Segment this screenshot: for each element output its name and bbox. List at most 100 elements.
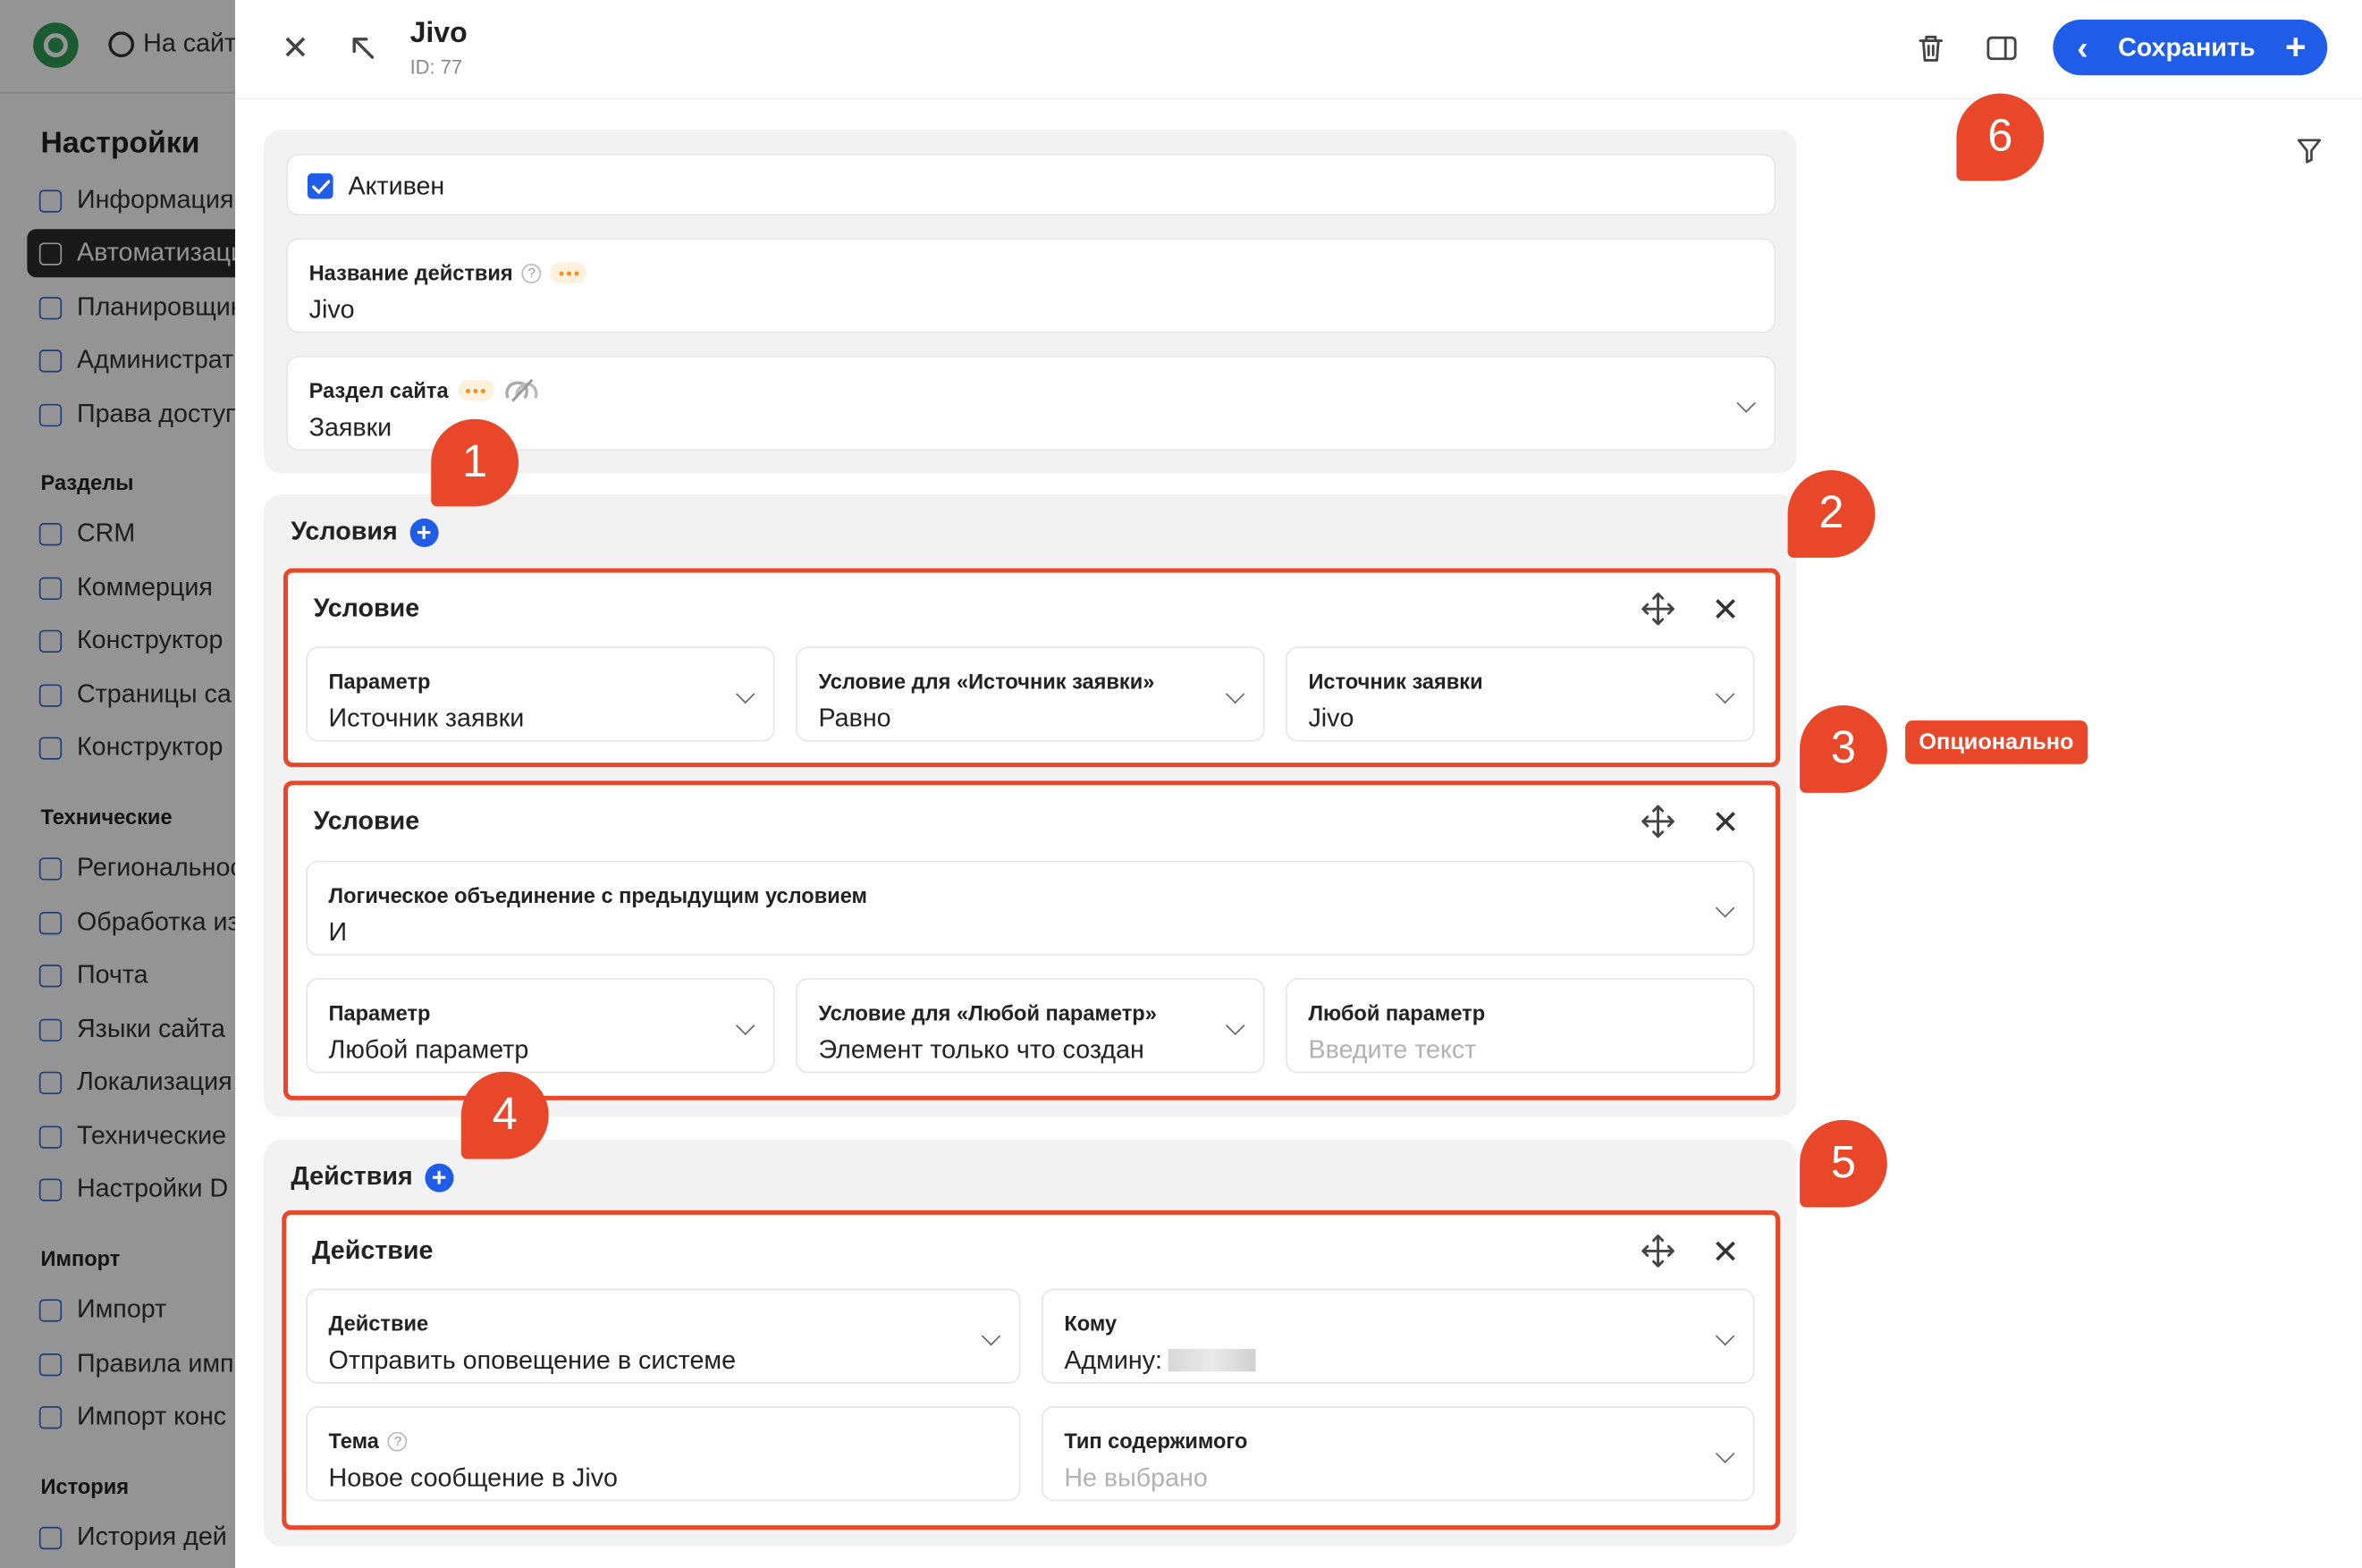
page-title: Jivo: [409, 18, 468, 50]
actions-title: Действия: [291, 1161, 413, 1191]
annotation-marker: 5: [1800, 1119, 1887, 1208]
annotation-marker: 3: [1800, 705, 1887, 793]
chevron-down-icon: [1225, 1016, 1245, 1036]
field-value: Элемент только что создан: [818, 1035, 1144, 1065]
field-label: Название действия: [308, 260, 513, 285]
active-label: Активен: [348, 172, 445, 201]
panel-layout-glyph: [1987, 36, 2017, 61]
annotation-marker: 4: [460, 1071, 549, 1159]
conditions-card: Условия + Условие ✕ Параметр Источник зая…: [264, 494, 1797, 1117]
condition-operator-select[interactable]: Условие для «Источник заявки» Равно: [796, 646, 1265, 742]
parameter-select[interactable]: Параметр Любой параметр: [306, 978, 775, 1074]
condition-block: Условие ✕ Логическое объединение с преды…: [283, 780, 1781, 1100]
arrow-up-left-icon: [352, 38, 375, 59]
trash-icon[interactable]: [1911, 29, 1951, 68]
field-value: Новое сообщение в Jivo: [328, 1463, 618, 1493]
field-placeholder: Введите текст: [1308, 1035, 1477, 1065]
actions-card: Действия + Действие ✕ Действие Отправить …: [264, 1139, 1797, 1547]
remove-condition-icon[interactable]: ✕: [1712, 591, 1740, 630]
help-icon[interactable]: ?: [521, 263, 542, 283]
field-value: Отправить оповещение в системе: [328, 1345, 737, 1375]
close-icon[interactable]: ✕: [277, 27, 313, 69]
remove-condition-icon[interactable]: ✕: [1712, 804, 1740, 843]
chevron-down-icon: [1715, 898, 1735, 918]
more-dots-icon[interactable]: [457, 379, 494, 401]
move-icon[interactable]: [1640, 1233, 1675, 1269]
field-value: Админу:: [1064, 1345, 1163, 1375]
funnel-glyph: [2297, 139, 2322, 164]
action-name-value: Jivo: [308, 295, 355, 325]
field-value: Jivo: [1308, 704, 1354, 733]
field-label: Раздел сайта: [308, 378, 449, 403]
active-checkbox-row[interactable]: Активен: [286, 153, 1776, 216]
recipient-select[interactable]: Кому Админу:: [1042, 1288, 1755, 1384]
field-label: Любой параметр: [1308, 1000, 1486, 1025]
active-checkbox[interactable]: [307, 173, 333, 199]
redacted-name: [1168, 1348, 1256, 1372]
panel-header: ✕ Jivo ID: 77 ‹ Сохранить +: [235, 0, 2362, 100]
plus-icon: +: [2284, 26, 2307, 68]
condition-title: Условие: [313, 806, 420, 836]
topic-input[interactable]: Тема? Новое сообщение в Jivo: [306, 1406, 1021, 1502]
annotation-marker: 6: [1956, 93, 2045, 181]
field-value: Источник заявки: [328, 704, 525, 733]
field-label: Источник заявки: [1308, 669, 1483, 694]
condition-block: Условие ✕ Параметр Источник заявки Услов…: [283, 568, 1781, 768]
chevron-down-icon: [735, 1016, 755, 1036]
move-icon[interactable]: [1640, 591, 1675, 627]
chevron-down-icon: [1715, 684, 1735, 704]
help-icon[interactable]: ?: [388, 1430, 408, 1451]
more-dots-icon[interactable]: [550, 262, 587, 283]
chevron-left-icon: ‹: [2077, 28, 2088, 66]
conditions-title: Условия: [291, 517, 398, 546]
chevron-down-icon: [1225, 684, 1245, 704]
automation-edit-panel: ✕ Jivo ID: 77 ‹ Сохранить + Активен Назв…: [235, 0, 2362, 1568]
field-value: Равно: [818, 704, 891, 733]
field-label: Кому: [1064, 1311, 1118, 1336]
parameter-select[interactable]: Параметр Источник заявки: [306, 646, 775, 742]
save-button[interactable]: ‹ Сохранить +: [2053, 19, 2328, 76]
field-label: Действие: [328, 1311, 429, 1336]
chevron-down-icon: [1715, 1326, 1735, 1346]
save-button-label: Сохранить: [2118, 32, 2256, 62]
chevron-down-icon: [1736, 393, 1756, 413]
optional-tag: Опционально: [1905, 720, 2088, 764]
condition-operator-select[interactable]: Условие для «Любой параметр» Элемент тол…: [796, 978, 1265, 1074]
chevron-down-icon: [1715, 1444, 1735, 1463]
logic-join-select[interactable]: Логическое объединение с предыдущим усло…: [306, 860, 1755, 956]
source-value-select[interactable]: Источник заявки Jivo: [1286, 646, 1755, 742]
record-id: ID: 77: [409, 55, 463, 79]
add-action-button[interactable]: +: [425, 1162, 454, 1192]
field-label: Условие для «Источник заявки»: [818, 669, 1155, 694]
annotation-marker: 1: [431, 418, 519, 507]
field-label: Тип содержимого: [1064, 1429, 1248, 1454]
field-value: Любой параметр: [328, 1035, 529, 1065]
field-value: И: [328, 917, 348, 947]
action-name-field[interactable]: Название действия? Jivo: [286, 238, 1776, 333]
any-parameter-input[interactable]: Любой параметр Введите текст: [1286, 978, 1755, 1074]
field-label: Условие для «Любой параметр»: [818, 1000, 1157, 1025]
field-label: Параметр: [328, 669, 431, 694]
move-icon[interactable]: [1640, 804, 1675, 839]
field-label: Параметр: [328, 1000, 431, 1025]
sidebar-toggle-icon[interactable]: [1980, 29, 2022, 68]
collapse-arrow-icon[interactable]: [343, 27, 383, 69]
action-title: Действие: [312, 1235, 434, 1265]
action-type-select[interactable]: Действие Отправить оповещение в системе: [306, 1288, 1021, 1384]
remove-action-icon[interactable]: ✕: [1712, 1233, 1740, 1272]
trash-glyph: [1919, 35, 1944, 62]
action-block: Действие ✕ Действие Отправить оповещение…: [282, 1210, 1781, 1530]
translation-off-icon[interactable]: [502, 378, 538, 402]
content-type-select[interactable]: Тип содержимого Не выбрано: [1042, 1406, 1755, 1502]
chevron-down-icon: [735, 684, 755, 704]
general-card: Активен Название действия? Jivo Раздел с…: [264, 129, 1797, 474]
field-label: Логическое объединение с предыдущим усло…: [328, 882, 868, 907]
field-label: Тема: [328, 1429, 379, 1454]
chevron-down-icon: [981, 1326, 1001, 1346]
checkmark-icon: [311, 179, 330, 194]
add-condition-button[interactable]: +: [409, 518, 439, 547]
condition-title: Условие: [313, 594, 420, 623]
site-section-value: Заявки: [308, 412, 392, 442]
field-value: Не выбрано: [1064, 1463, 1208, 1493]
filter-icon[interactable]: [2291, 132, 2327, 168]
